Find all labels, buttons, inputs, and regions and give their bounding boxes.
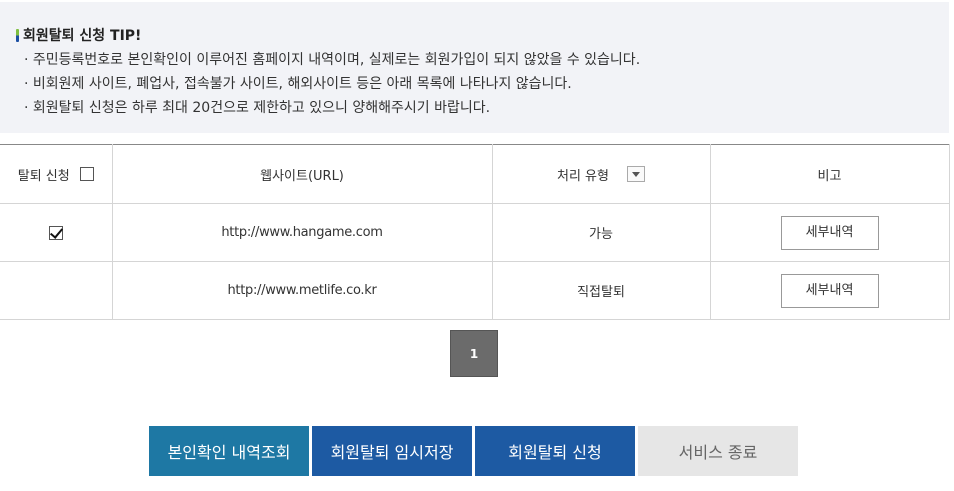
tip-line-1: · 주민등록번호로 본인확인이 이루어진 홈페이지 내역이며, 실제로는 회원가… bbox=[24, 52, 641, 68]
withdrawal-apply-button[interactable]: 회원탈퇴 신청 bbox=[475, 426, 635, 476]
page-button-current[interactable]: 1 bbox=[450, 330, 498, 377]
row-note-cell: 세부내역 bbox=[709, 261, 950, 320]
header-apply: 탈퇴 신청 bbox=[0, 144, 113, 204]
row-note-cell: 세부내역 bbox=[709, 203, 950, 262]
tip-title-text: 회원탈퇴 신청 TIP! bbox=[23, 28, 142, 44]
tip-line-3: · 회원탈퇴 신청은 하루 최대 20건으로 제한하고 있으니 양해해주시기 바… bbox=[24, 100, 491, 116]
tip-box: 회원탈퇴 신청 TIP! · 주민등록번호로 본인확인이 이루어진 홈페이지 내… bbox=[0, 2, 949, 133]
type-filter-dropdown-icon[interactable] bbox=[626, 166, 645, 182]
detail-button[interactable]: 세부내역 bbox=[780, 273, 879, 308]
table-header-row: 탈퇴 신청 웹사이트(URL) 처리 유형 비고 bbox=[0, 144, 950, 204]
withdrawal-table: 탈퇴 신청 웹사이트(URL) 처리 유형 비고 http://www.hang… bbox=[0, 144, 950, 320]
bullet-mark-icon bbox=[16, 28, 19, 42]
tip-title: 회원탈퇴 신청 TIP! bbox=[16, 25, 141, 45]
row-checkbox-cell bbox=[0, 203, 113, 262]
header-type-label: 처리 유형 bbox=[557, 168, 609, 184]
header-type: 처리 유형 bbox=[491, 144, 711, 204]
header-apply-label: 탈퇴 신청 bbox=[17, 168, 70, 184]
row-type: 직접탈퇴 bbox=[491, 261, 711, 320]
service-exit-button[interactable]: 서비스 종료 bbox=[638, 426, 798, 476]
select-all-checkbox[interactable] bbox=[79, 167, 94, 181]
row-checkbox[interactable] bbox=[48, 225, 63, 240]
tip-line-2: · 비회원제 사이트, 폐업사, 접속불가 사이트, 해외사이트 등은 아래 목… bbox=[24, 76, 572, 92]
row-url: http://www.hangame.com bbox=[111, 203, 493, 262]
header-note: 비고 bbox=[709, 144, 950, 204]
row-url: http://www.metlife.co.kr bbox=[111, 261, 493, 320]
temp-save-button[interactable]: 회원탈퇴 임시저장 bbox=[312, 426, 472, 476]
row-checkbox-cell bbox=[0, 261, 113, 320]
detail-button[interactable]: 세부내역 bbox=[780, 215, 879, 250]
table-row: http://www.hangame.com 가능 세부내역 bbox=[0, 203, 950, 262]
header-url: 웹사이트(URL) bbox=[111, 144, 493, 204]
identity-history-button[interactable]: 본인확인 내역조회 bbox=[149, 426, 309, 476]
table-row: http://www.metlife.co.kr 직접탈퇴 세부내역 bbox=[0, 261, 950, 320]
row-type: 가능 bbox=[491, 203, 711, 262]
